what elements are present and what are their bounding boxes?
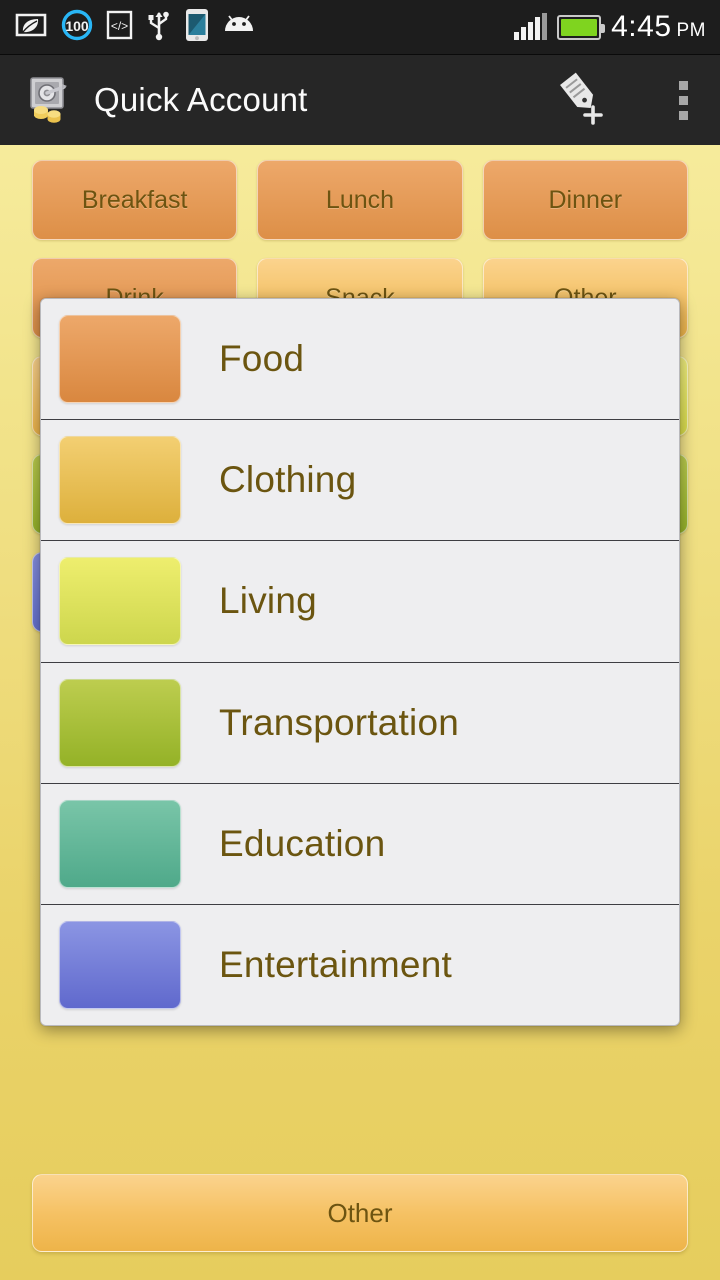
- category-color-swatch: [59, 799, 181, 888]
- developer-mode-icon: </>: [106, 10, 133, 45]
- list-item[interactable]: Food: [41, 299, 679, 421]
- category-list: Food Clothing Living Transportation Educatio…: [41, 299, 679, 1025]
- clock-ampm: PM: [676, 20, 706, 41]
- clock-time: 4:45: [611, 10, 672, 43]
- list-item-label: Transportation: [219, 701, 459, 743]
- category-color-swatch: [59, 315, 181, 404]
- category-color-swatch: [59, 920, 181, 1009]
- app-screen: 100 </> 4:45 PM Quick Account Breakfast …: [0, 0, 720, 1280]
- list-item-label: Food: [219, 338, 305, 380]
- list-item[interactable]: Education: [41, 783, 679, 905]
- action-bar: Quick Account: [0, 55, 720, 145]
- list-item[interactable]: Transportation: [41, 662, 679, 784]
- android-head-icon: [222, 13, 256, 42]
- list-item[interactable]: Entertainment: [41, 904, 679, 1025]
- signal-bars-icon: [514, 13, 548, 40]
- overflow-menu-icon[interactable]: [669, 77, 698, 124]
- list-item-label: Living: [219, 580, 317, 622]
- usb-icon: [146, 9, 172, 46]
- status-bar: 100 </> 4:45 PM: [0, 0, 720, 55]
- status-bar-notification-icons: 100 </>: [14, 8, 256, 47]
- phone-icon: [185, 8, 209, 47]
- category-picker-dialog: Food Clothing Living Transportation Educatio…: [40, 298, 680, 1026]
- list-item-label: Clothing: [219, 459, 357, 501]
- status-bar-clock: 4:45 PM: [611, 10, 706, 44]
- list-item-label: Education: [219, 822, 386, 864]
- category-color-swatch: [59, 678, 181, 767]
- svg-text:</>: </>: [111, 19, 128, 33]
- battery-full-icon: [557, 14, 606, 40]
- action-bar-actions: [555, 71, 698, 130]
- list-item[interactable]: Clothing: [41, 420, 679, 542]
- safe-vault-coins-icon: [24, 74, 76, 126]
- status-bar-system-icons: 4:45 PM: [514, 10, 706, 44]
- list-item-label: Entertainment: [219, 943, 452, 985]
- battery-100-circle-icon: 100: [61, 9, 93, 46]
- page-title: Quick Account: [94, 81, 308, 118]
- add-note-pencil-icon[interactable]: [555, 71, 609, 130]
- category-color-swatch: [59, 436, 181, 525]
- category-color-swatch: [59, 557, 181, 646]
- list-item[interactable]: Living: [41, 541, 679, 663]
- battery-saver-leaf-icon: [14, 12, 48, 43]
- battery-level-label: 100: [65, 18, 89, 34]
